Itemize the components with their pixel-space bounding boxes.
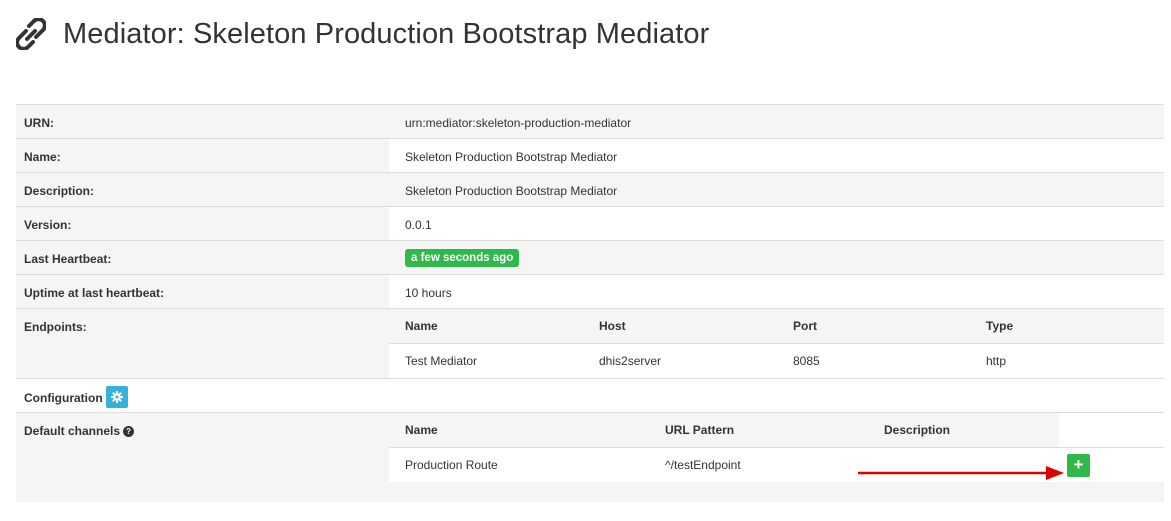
name-row: Name: Skeleton Production Bootstrap Medi… [16,138,1164,173]
version-row: Version: 0.0.1 [16,206,1164,241]
link-icon [16,18,46,50]
configuration-button[interactable] [105,386,128,408]
table-row: Test Mediator dhis2server 8085 http [389,343,1164,378]
endpoints-col-type: Type [986,319,1014,333]
page-header: Mediator: Skeleton Production Bootstrap … [16,12,709,56]
urn-row: URN: urn:mediator:skeleton-production-me… [16,104,1164,139]
default-channels-label-cell: Default channels? [16,412,389,502]
endpoints-table: Name Host Port Type Test Mediator dhis2s… [389,309,1164,378]
version-label: Version: [16,206,389,241]
heartbeat-status-badge: a few seconds ago [405,249,520,267]
uptime-row: Uptime at last heartbeat: 10 hours [16,274,1164,309]
channels-col-actions [1059,413,1164,448]
endpoints-col-name: Name [405,319,438,333]
add-channel-button[interactable]: + [1067,453,1090,477]
last-heartbeat-label: Last Heartbeat: [16,240,389,275]
annotation-arrow [858,466,1064,480]
endpoint-name: Test Mediator [389,343,583,378]
description-value: Skeleton Production Bootstrap Mediator [405,184,618,198]
question-circle-icon[interactable]: ? [123,426,135,437]
endpoint-port: 8085 [777,343,970,378]
version-value: 0.0.1 [405,218,432,232]
configuration-value [389,378,1164,413]
name-label: Name: [16,138,389,173]
endpoints-col-host: Host [599,319,626,333]
channels-col-url-pattern: URL Pattern [665,423,735,437]
description-label: Description: [16,172,389,207]
configuration-label-cell: Configuration [16,378,389,413]
endpoints-row: Endpoints: Name Host Port Type Test Medi… [16,308,1164,379]
channel-url-pattern: ^/testEndpoint [649,447,868,482]
gear-icon [110,391,123,403]
default-channels-row: Default channels? Name URL Pattern Descr… [16,412,1164,502]
endpoint-host: dhis2server [583,343,777,378]
description-row: Description: Skeleton Production Bootstr… [16,172,1164,207]
name-value: Skeleton Production Bootstrap Mediator [405,150,618,164]
uptime-label: Uptime at last heartbeat: [16,274,389,309]
endpoints-col-port: Port [793,319,817,333]
last-heartbeat-row: Last Heartbeat: a few seconds ago [16,240,1164,275]
default-channels-label: Default channels [24,424,121,438]
endpoint-type: http [970,343,1164,378]
channel-name: Production Route [389,447,649,482]
channels-col-description: Description [884,423,951,437]
configuration-row: Configuration [16,378,1164,413]
plus-icon: + [1073,455,1084,474]
uptime-value: 10 hours [405,286,452,300]
urn-label: URN: [16,104,389,139]
channel-actions: + [1059,447,1164,482]
endpoints-label: Endpoints: [16,308,389,379]
configuration-label: Configuration [24,391,103,406]
mediator-details-table: URN: urn:mediator:skeleton-production-me… [16,104,1164,502]
page-title: Mediator: Skeleton Production Bootstrap … [63,17,710,50]
urn-value: urn:mediator:skeleton-production-mediato… [405,116,632,130]
channels-col-name: Name [405,423,438,437]
